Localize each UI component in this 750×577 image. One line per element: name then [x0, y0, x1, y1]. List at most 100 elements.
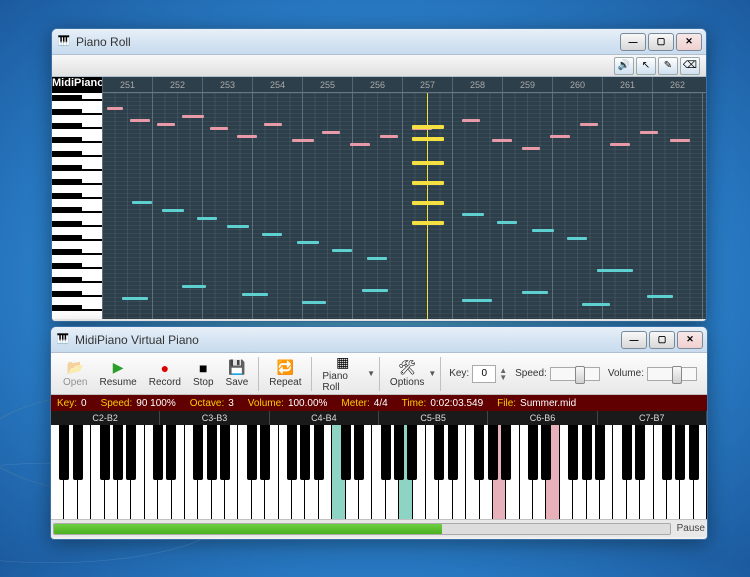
pencil-tool-icon[interactable]: ✎ — [658, 57, 678, 75]
black-key[interactable] — [166, 425, 176, 480]
midi-note[interactable] — [567, 237, 587, 240]
midi-note[interactable] — [130, 119, 150, 122]
maximize-button[interactable]: ▢ — [648, 33, 674, 51]
black-key[interactable] — [488, 425, 498, 480]
black-key[interactable] — [113, 425, 123, 480]
black-key[interactable] — [73, 425, 83, 480]
midi-note[interactable] — [582, 303, 610, 306]
midi-note[interactable] — [157, 123, 175, 126]
resume-button[interactable]: ▶ Resume — [93, 358, 142, 390]
midi-note[interactable] — [412, 181, 444, 185]
options-dropdown-icon[interactable]: ▼ — [428, 369, 436, 378]
black-key[interactable] — [381, 425, 391, 480]
piano-roll-canvas[interactable] — [102, 93, 706, 319]
open-button[interactable]: 📂 Open — [57, 358, 93, 390]
midi-note[interactable] — [412, 161, 444, 165]
black-key[interactable] — [247, 425, 257, 480]
midi-note[interactable] — [237, 135, 257, 138]
black-key[interactable] — [300, 425, 310, 480]
black-key[interactable] — [595, 425, 605, 480]
black-key[interactable] — [675, 425, 685, 480]
midi-note[interactable] — [462, 213, 484, 216]
black-key[interactable] — [568, 425, 578, 480]
black-key[interactable] — [474, 425, 484, 480]
key-input[interactable] — [472, 365, 496, 383]
black-key[interactable] — [448, 425, 458, 480]
close-button[interactable]: ✕ — [676, 33, 702, 51]
midi-note[interactable] — [262, 233, 282, 236]
black-key[interactable] — [434, 425, 444, 480]
black-key[interactable] — [100, 425, 110, 480]
midi-note[interactable] — [264, 123, 282, 126]
black-key[interactable] — [287, 425, 297, 480]
midi-note[interactable] — [242, 293, 268, 296]
black-key[interactable] — [260, 425, 270, 480]
midi-note[interactable] — [412, 137, 444, 141]
black-key[interactable] — [207, 425, 217, 480]
midi-note[interactable] — [227, 225, 249, 228]
midi-note[interactable] — [162, 209, 184, 212]
black-key[interactable] — [501, 425, 511, 480]
midi-note[interactable] — [550, 135, 570, 138]
midi-note[interactable] — [597, 269, 633, 272]
midi-note[interactable] — [412, 125, 444, 129]
black-key[interactable] — [622, 425, 632, 480]
repeat-button[interactable]: 🔁 Repeat — [263, 358, 307, 390]
midi-note[interactable] — [532, 229, 554, 232]
midi-note[interactable] — [362, 289, 388, 292]
eraser-tool-icon[interactable]: ⌫ — [680, 57, 700, 75]
midi-note[interactable] — [122, 297, 148, 300]
midi-note[interactable] — [322, 131, 340, 134]
speaker-tool-icon[interactable]: 🔊 — [614, 57, 634, 75]
midi-note[interactable] — [580, 123, 598, 126]
pointer-tool-icon[interactable]: ↖ — [636, 57, 656, 75]
black-key[interactable] — [354, 425, 364, 480]
midi-note[interactable] — [182, 115, 204, 118]
piano-roll-vertical-keyboard[interactable] — [52, 93, 102, 319]
black-key[interactable] — [662, 425, 672, 480]
midi-note[interactable] — [197, 217, 217, 220]
record-button[interactable]: ● Record — [143, 358, 187, 390]
midi-note[interactable] — [412, 201, 444, 205]
midi-note[interactable] — [350, 143, 370, 146]
midi-note[interactable] — [210, 127, 228, 130]
minimize-button[interactable]: — — [621, 331, 647, 349]
midi-note[interactable] — [462, 119, 480, 122]
black-key[interactable] — [394, 425, 404, 480]
piano-roll-ruler[interactable]: 251252253254255256257258259260261262 — [102, 77, 706, 93]
stop-button[interactable]: ■ Stop — [187, 358, 220, 390]
close-button[interactable]: ✕ — [677, 331, 703, 349]
midi-note[interactable] — [522, 147, 540, 150]
virtual-piano-titlebar[interactable]: 🎹 MidiPiano Virtual Piano — ▢ ✕ — [51, 327, 707, 353]
midi-note[interactable] — [462, 299, 492, 302]
progress-track[interactable] — [53, 523, 671, 535]
maximize-button[interactable]: ▢ — [649, 331, 675, 349]
piano-roll-grid[interactable]: 251252253254255256257258259260261262 — [102, 77, 706, 319]
speed-slider[interactable] — [550, 367, 600, 381]
midi-note[interactable] — [497, 221, 517, 224]
midi-note[interactable] — [640, 131, 658, 134]
midi-note[interactable] — [367, 257, 387, 260]
midi-note[interactable] — [647, 295, 673, 298]
black-key[interactable] — [153, 425, 163, 480]
black-key[interactable] — [341, 425, 351, 480]
black-key[interactable] — [541, 425, 551, 480]
midi-note[interactable] — [297, 241, 319, 244]
midi-note[interactable] — [182, 285, 206, 288]
piano-roll-dropdown-icon[interactable]: ▼ — [367, 369, 375, 378]
black-key[interactable] — [635, 425, 645, 480]
midi-note[interactable] — [522, 291, 548, 294]
piano-roll-button[interactable]: ▦ Piano Roll — [316, 352, 369, 395]
black-key[interactable] — [528, 425, 538, 480]
black-key[interactable] — [314, 425, 324, 480]
minimize-button[interactable]: — — [620, 33, 646, 51]
midi-note[interactable] — [380, 135, 398, 138]
black-key[interactable] — [193, 425, 203, 480]
midi-note[interactable] — [302, 301, 326, 304]
midi-note[interactable] — [412, 221, 444, 225]
save-button[interactable]: 💾 Save — [220, 358, 255, 390]
volume-slider[interactable] — [647, 367, 697, 381]
options-button[interactable]: 🛠 Options — [384, 358, 430, 390]
black-key[interactable] — [126, 425, 136, 480]
midi-note[interactable] — [132, 201, 152, 204]
